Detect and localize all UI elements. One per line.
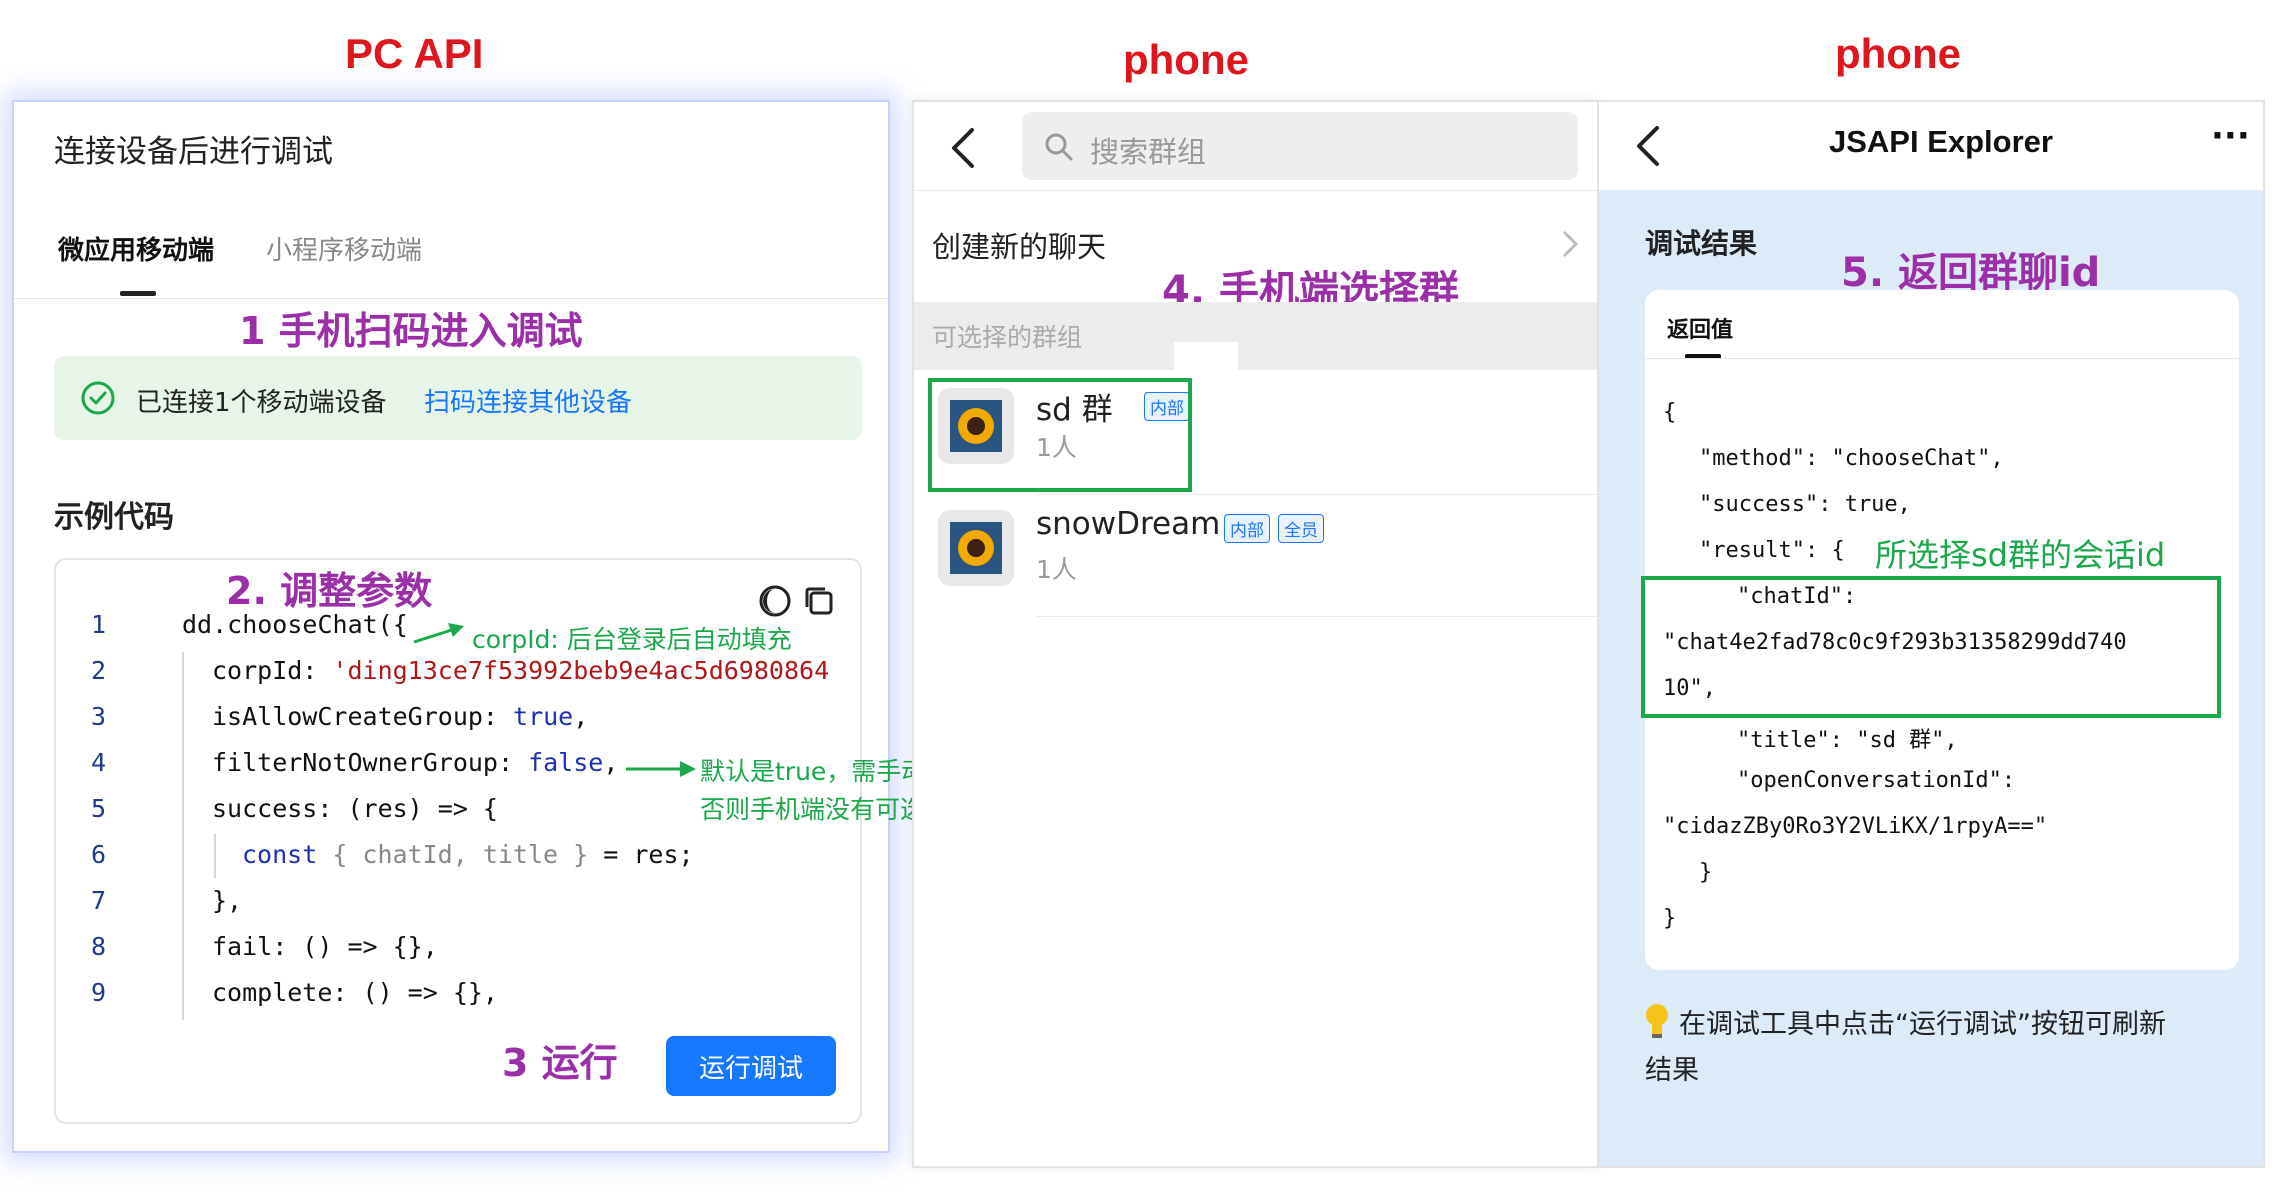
phone-group-selector: 搜索群组 创建新的聊天 4. 手机端选择群 可选择的群组 sd 群 内部 1人: [912, 100, 1600, 1168]
code-line-1: dd.chooseChat({: [182, 610, 408, 639]
connection-status-banner: 已连接1个移动端设备 扫码连接其他设备: [54, 356, 862, 440]
tabs-divider: [1645, 358, 2239, 359]
scan-connect-link[interactable]: 扫码连接其他设备: [424, 382, 632, 419]
code-line-9: complete: () => {},: [212, 978, 498, 1007]
selected-highlight-box: [928, 378, 1192, 492]
code-line-7: },: [212, 886, 243, 915]
group-name: snowDream: [1036, 506, 1221, 542]
line-number: 3: [90, 702, 106, 731]
arrow-icon: [413, 623, 464, 644]
json-line: "title": "sd 群",: [1737, 728, 1958, 753]
step2-annotation: 2. 调整参数: [226, 569, 433, 613]
nav-title: JSAPI Explorer: [1829, 124, 2053, 159]
search-bar[interactable]: 搜索群组: [1022, 112, 1578, 180]
group-tag: 内部: [1224, 514, 1270, 543]
create-chat-label: 创建新的聊天: [932, 230, 1107, 264]
line-number: 5: [90, 794, 106, 823]
json-line: }: [1663, 906, 1677, 931]
divider: [914, 190, 1598, 191]
json-line: "result": {: [1699, 538, 1845, 563]
indent-guide: [214, 834, 216, 878]
json-line: "method": "chooseChat",: [1699, 446, 2004, 471]
json-line: "success": true,: [1699, 492, 1911, 517]
chevron-right-icon: [1562, 230, 1579, 258]
line-number: 9: [90, 978, 106, 1007]
json-line: "cidazZBy0Ro3Y2VLiKX/1rpyA==": [1663, 814, 2048, 839]
result-card: 返回值 { "method": "chooseChat", "success":…: [1641, 290, 2239, 970]
chatid-annotation: 所选择sd群的会话id: [1875, 536, 2166, 574]
line-number: 8: [90, 932, 106, 961]
code-line-2: corpId: 'ding13ce7f53992beb9e4ac5d698086…: [212, 656, 830, 685]
back-chevron-icon[interactable]: [948, 126, 978, 170]
back-chevron-icon[interactable]: [1633, 124, 1663, 168]
step3-annotation: 3 运行: [502, 1041, 618, 1085]
theme-toggle-icon[interactable]: [758, 584, 792, 618]
divider: [1036, 616, 1598, 617]
lightbulb-icon: [1646, 1004, 1668, 1038]
active-tab-indicator: [120, 291, 156, 296]
jsapi-explorer-panel: JSAPI Explorer ··· 调试结果 5. 返回群聊id 返回值 { …: [1597, 100, 2265, 1168]
result-title: 调试结果: [1645, 227, 1758, 260]
tab-mini-program-mobile[interactable]: 小程序移动端: [266, 230, 422, 267]
tab-micro-app-mobile[interactable]: 微应用移动端: [58, 230, 214, 267]
example-code-title: 示例代码: [54, 500, 174, 535]
line-number: 7: [90, 886, 106, 915]
line-number: 1: [90, 610, 106, 639]
pc-debug-panel: 连接设备后进行调试 微应用移动端 小程序移动端 1 手机扫码进入调试 已连接1个…: [12, 100, 1036, 1153]
section-label: 可选择的群组: [932, 323, 1083, 352]
line-number: 2: [90, 656, 106, 685]
more-icon[interactable]: ···: [2211, 116, 2250, 156]
header-pc-api: PC API: [345, 30, 484, 77]
line-number: 4: [90, 748, 106, 777]
tip-text: 在调试工具中点击“运行调试”按钮可刷新: [1679, 1009, 2166, 1040]
json-line: "openConversationId":: [1737, 768, 2016, 793]
group-tag: 全员: [1278, 514, 1324, 543]
panel-title: 连接设备后进行调试: [54, 134, 333, 170]
sunflower-icon: [950, 522, 1002, 574]
divider: [1036, 494, 1598, 495]
search-placeholder: 搜索群组: [1090, 135, 1207, 169]
tip-text-cont: 结果: [1645, 1055, 1699, 1086]
search-icon: [1045, 133, 1073, 161]
indent-guide: [182, 652, 184, 1020]
line-number: 6: [90, 840, 106, 869]
copy-icon[interactable]: [802, 584, 836, 618]
header-phone-2: phone: [1835, 30, 1961, 77]
nav-bar: JSAPI Explorer ···: [1599, 102, 2263, 190]
code-line-6: const { chatId, title } = res;: [242, 840, 694, 869]
chatid-highlight-box: [1641, 576, 2221, 718]
connected-devices-text: 已连接1个移动端设备: [136, 388, 387, 418]
group-avatar: [938, 510, 1014, 586]
code-line-8: fail: () => {},: [212, 932, 438, 961]
json-line: {: [1663, 400, 1677, 425]
run-debug-button[interactable]: 运行调试: [666, 1036, 836, 1096]
code-line-4: filterNotOwnerGroup: false,: [212, 748, 619, 777]
tab-notch: [1174, 342, 1238, 370]
header-phone-1: phone: [1123, 36, 1249, 83]
code-line-5: success: (res) => {: [212, 794, 498, 823]
step1-annotation: 1 手机扫码进入调试: [239, 309, 583, 353]
section-header: 可选择的群组: [914, 302, 1598, 370]
json-line: }: [1699, 860, 1713, 885]
tab-return-value[interactable]: 返回值: [1667, 312, 1733, 344]
corpid-note: corpId: 后台登录后自动填充: [472, 625, 792, 654]
arrow-icon: [626, 761, 696, 777]
group-item-snowdream[interactable]: snowDream 内部 全员 1人: [914, 496, 1598, 616]
group-members: 1人: [1036, 555, 1077, 584]
check-circle-icon: [81, 381, 115, 415]
tabs-divider: [14, 298, 888, 299]
code-line-3: isAllowCreateGroup: true,: [212, 702, 589, 731]
